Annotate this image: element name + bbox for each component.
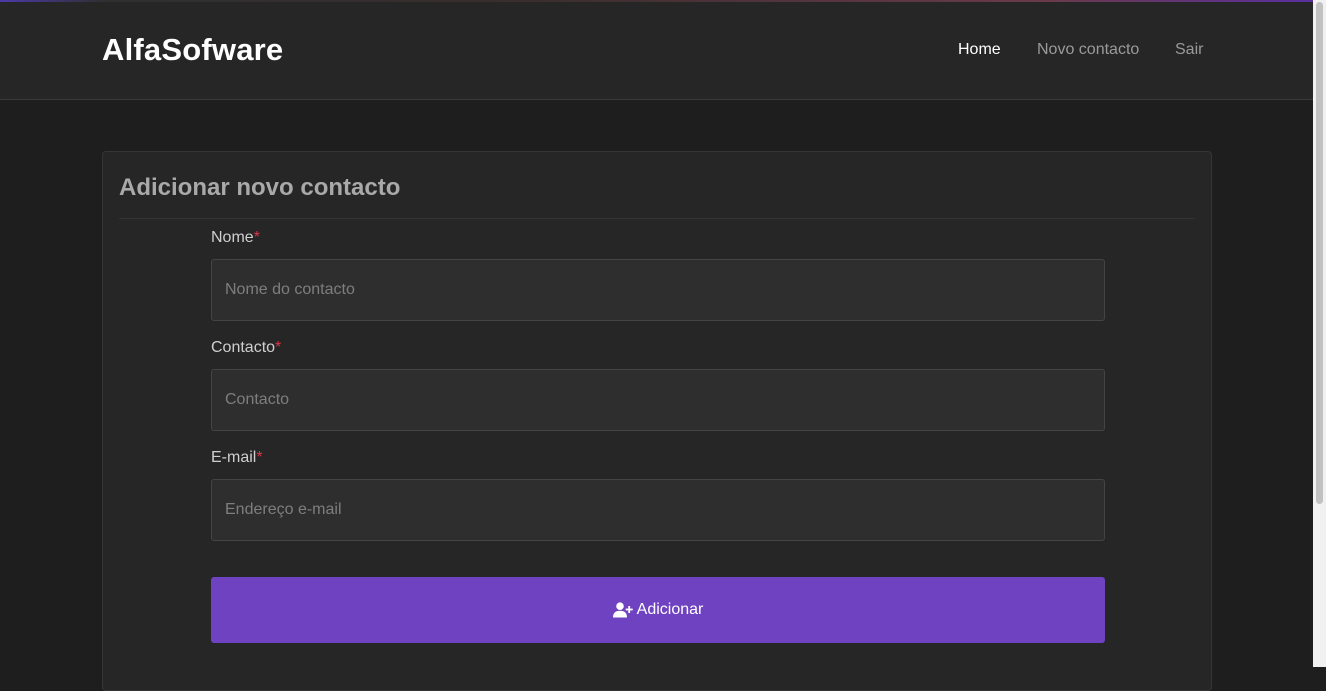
name-label-text: Nome [211, 229, 254, 246]
required-marker: * [275, 339, 282, 356]
email-input[interactable] [211, 479, 1105, 541]
user-plus-icon [612, 602, 633, 618]
nav-link-home[interactable]: Home [958, 41, 1001, 59]
page-scrollbar[interactable] [1313, 0, 1326, 667]
scrollbar-thumb[interactable] [1316, 2, 1323, 504]
brand-logo[interactable]: AlfaSofware [102, 32, 283, 68]
name-label: Nome* [211, 229, 260, 247]
contact-label: Contacto* [211, 339, 281, 357]
contact-input[interactable] [211, 369, 1105, 431]
add-contact-button[interactable]: Adicionar [211, 577, 1105, 643]
page-title: Adicionar novo contacto [119, 174, 401, 201]
add-contact-card: Adicionar novo contacto Nome* Contacto* … [102, 151, 1212, 691]
nav-link-sair[interactable]: Sair [1175, 41, 1203, 59]
add-contact-button-label: Adicionar [636, 601, 704, 618]
navbar: AlfaSofware Home Novo contacto Sair [0, 2, 1313, 100]
required-marker: * [256, 449, 263, 466]
name-input[interactable] [211, 259, 1105, 321]
contact-label-text: Contacto [211, 339, 276, 356]
card-divider [119, 218, 1195, 219]
email-label: E-mail* [211, 449, 263, 467]
email-label-text: E-mail [211, 449, 257, 466]
nav-link-novo-contacto[interactable]: Novo contacto [1037, 41, 1139, 59]
required-marker: * [253, 229, 260, 246]
